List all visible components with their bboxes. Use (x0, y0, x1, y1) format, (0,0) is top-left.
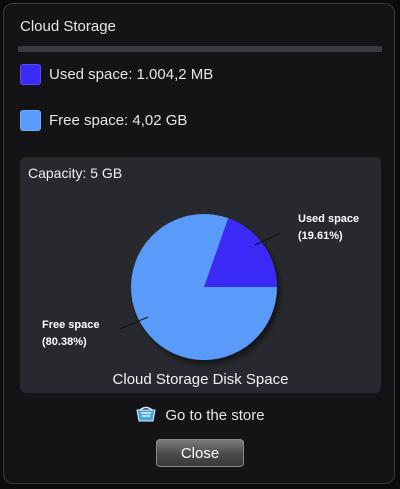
pie-label-percent: (19.61%) (298, 230, 343, 242)
free-space-swatch (20, 110, 41, 131)
pie-label-name: Used space (298, 213, 359, 225)
used-space-swatch (20, 64, 41, 85)
chart-title: Cloud Storage Disk Space (112, 371, 289, 388)
legend-used: Used space: 1.004,2 MB (20, 64, 213, 85)
title-divider (18, 46, 382, 52)
go-to-store-link[interactable]: Go to the store (4, 406, 396, 424)
store-icon (136, 406, 156, 422)
used-space-label: Used space: 1.004,2 MB (49, 66, 214, 83)
free-space-label: Free space: 4,02 GB (49, 112, 188, 129)
store-link-label: Go to the store (165, 406, 265, 424)
chart-panel: Capacity: 5 GB Used space (19.61%) Free sp… (20, 157, 381, 393)
cloud-storage-dialog: Cloud Storage Used space: 1.004,2 MB Fre… (3, 3, 395, 484)
dialog-title: Cloud Storage (20, 18, 116, 35)
pie-label-percent: (80.38%) (42, 336, 87, 348)
legend-free: Free space: 4,02 GB (20, 110, 187, 131)
pie-chart: Used space (19.61%) Free space (80.38%) (42, 213, 359, 360)
pie-label-name: Free space (42, 319, 99, 331)
close-button[interactable]: Close (156, 439, 244, 467)
